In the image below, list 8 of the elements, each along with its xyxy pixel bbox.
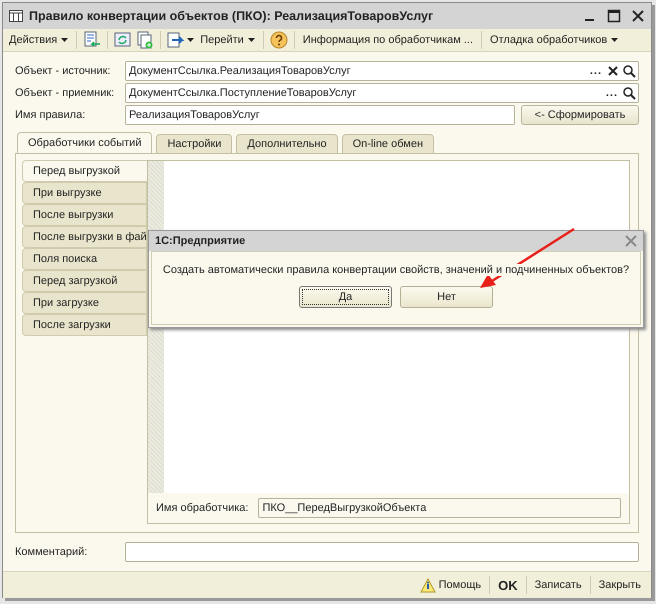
window-title: Правило конвертации объектов (ПКО): РеализацияТоваровУслуг bbox=[29, 9, 434, 23]
dialog-message: Создать автоматически правила конвертации свойств, значений и подчиненных объектов? bbox=[160, 264, 632, 276]
field-label: Имя обработчика: bbox=[156, 502, 248, 514]
field-label: Объект - источник: bbox=[15, 65, 112, 77]
field-label: Комментарий: bbox=[15, 546, 88, 558]
field-label: Объект - приемник: bbox=[15, 87, 116, 99]
field-label: Имя правила: bbox=[15, 109, 86, 121]
dialog-title: 1С:Предприятие bbox=[155, 235, 246, 247]
